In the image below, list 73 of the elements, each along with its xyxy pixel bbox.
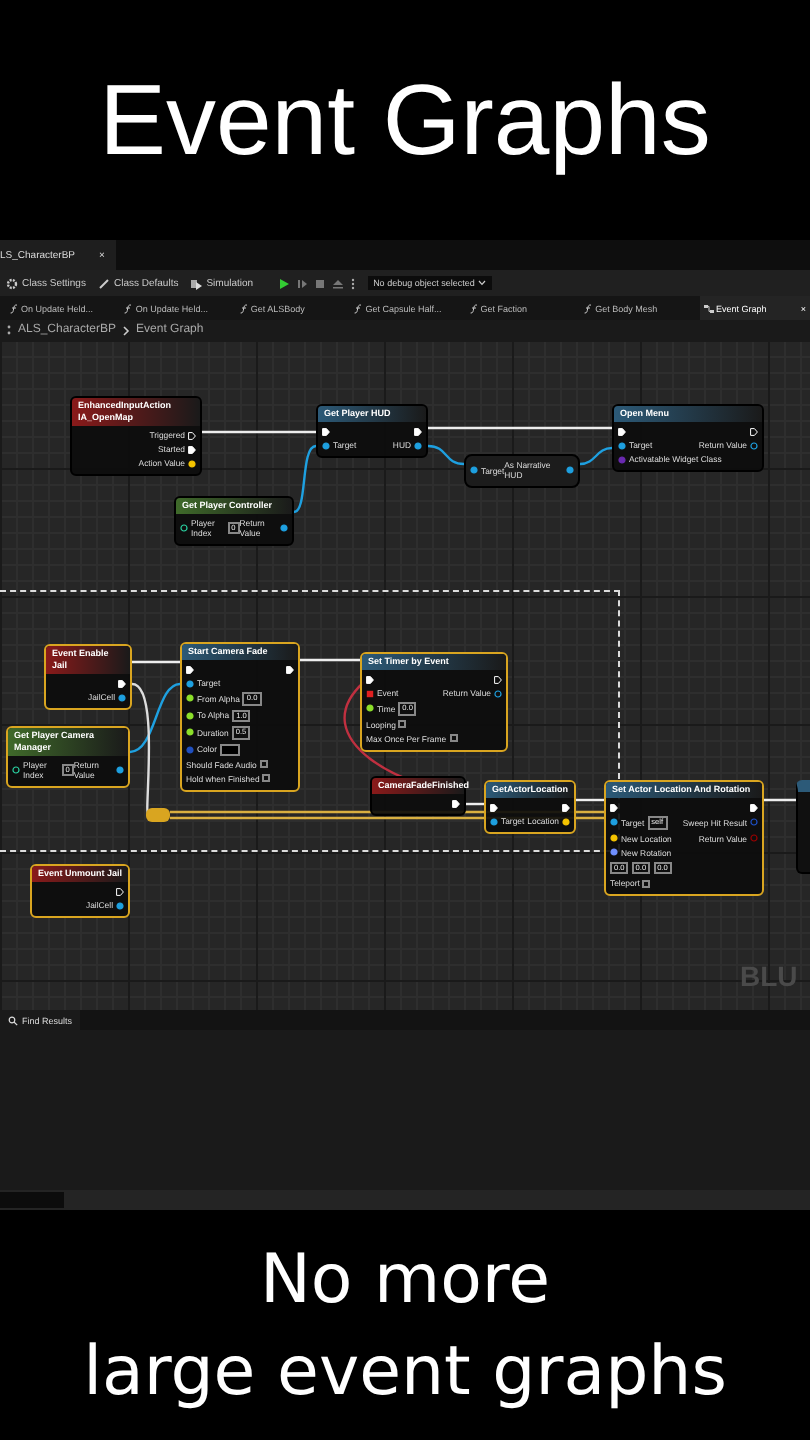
- color-swatch[interactable]: [220, 743, 241, 755]
- status-field[interactable]: [0, 1192, 64, 1208]
- delegate-pin-icon[interactable]: [366, 689, 374, 697]
- stop-icon[interactable]: [313, 277, 326, 289]
- exec-pin-icon[interactable]: [118, 679, 126, 687]
- exec-pin-icon[interactable]: [490, 803, 498, 811]
- data-pin-icon[interactable]: [180, 524, 188, 532]
- function-icon: [10, 303, 18, 313]
- data-pin-icon[interactable]: [116, 766, 124, 774]
- exec-pin-icon[interactable]: [186, 665, 194, 673]
- data-pin-icon[interactable]: [610, 818, 618, 827]
- exec-pin-icon[interactable]: [188, 445, 196, 453]
- function-icon: [584, 303, 593, 313]
- eject-icon[interactable]: [331, 277, 344, 289]
- wire: [132, 660, 180, 664]
- graph-canvas[interactable]: [0, 340, 810, 1010]
- search-icon: [8, 1015, 18, 1025]
- data-pin-icon[interactable]: [322, 441, 330, 449]
- data-pin-icon[interactable]: [750, 441, 758, 449]
- data-pin-icon[interactable]: [470, 466, 478, 474]
- graph-icon: [703, 303, 714, 313]
- function-icon: [354, 303, 363, 313]
- function-icon: [239, 303, 248, 313]
- wire: [300, 658, 360, 662]
- exec-pin-icon[interactable]: [494, 675, 502, 683]
- checkbox[interactable]: [449, 734, 458, 742]
- caret-icon: [478, 280, 487, 286]
- exec-pin-icon[interactable]: [618, 427, 626, 435]
- data-pin-icon[interactable]: [280, 524, 288, 532]
- wire: [293, 444, 317, 514]
- play-icon[interactable]: [277, 277, 290, 289]
- exec-pin-icon[interactable]: [322, 427, 330, 435]
- data-pin-icon[interactable]: [490, 817, 498, 825]
- step-icon[interactable]: [295, 277, 308, 289]
- exec-pin-icon[interactable]: [366, 675, 374, 683]
- wire: [579, 446, 613, 466]
- simulation-icon: [190, 277, 203, 289]
- more-icon[interactable]: [349, 277, 356, 289]
- data-pin-icon[interactable]: [610, 848, 618, 856]
- data-pin-icon[interactable]: [494, 689, 502, 697]
- video-caption: large event graphs: [83, 1329, 727, 1415]
- exec-pin-icon[interactable]: [562, 803, 570, 811]
- exec-pin-icon[interactable]: [452, 799, 460, 807]
- data-pin-icon[interactable]: [12, 766, 20, 774]
- chevron-icon: [122, 325, 131, 335]
- video-title: Event Graphs: [99, 62, 711, 178]
- grip-icon[interactable]: [6, 324, 12, 336]
- data-pin-icon[interactable]: [414, 441, 422, 449]
- function-icon: [469, 303, 478, 313]
- checkbox[interactable]: [259, 760, 268, 768]
- reroute-node[interactable]: [146, 808, 170, 822]
- exec-pin-icon[interactable]: [750, 427, 758, 435]
- checkbox[interactable]: [262, 774, 271, 782]
- checkbox[interactable]: [398, 720, 407, 728]
- data-pin-icon[interactable]: [618, 441, 626, 449]
- exec-pin-icon[interactable]: [750, 803, 758, 811]
- function-icon: [124, 303, 133, 313]
- video-caption: No more: [259, 1237, 551, 1323]
- data-pin-icon[interactable]: [118, 693, 126, 701]
- wire: [202, 430, 316, 434]
- exec-pin-icon[interactable]: [414, 427, 422, 435]
- pencil-icon: [97, 277, 110, 289]
- wire: [576, 798, 604, 802]
- data-pin-icon[interactable]: [186, 679, 194, 687]
- checkbox[interactable]: [642, 879, 651, 887]
- data-pin-icon[interactable]: [116, 901, 124, 909]
- exec-pin-icon[interactable]: [188, 431, 196, 439]
- exec-pin-icon[interactable]: [610, 803, 618, 811]
- exec-pin-icon[interactable]: [116, 887, 124, 895]
- data-pin-icon[interactable]: [566, 466, 574, 474]
- wire: [427, 444, 465, 466]
- settings-icon: [6, 277, 18, 289]
- exec-pin-icon[interactable]: [286, 665, 294, 673]
